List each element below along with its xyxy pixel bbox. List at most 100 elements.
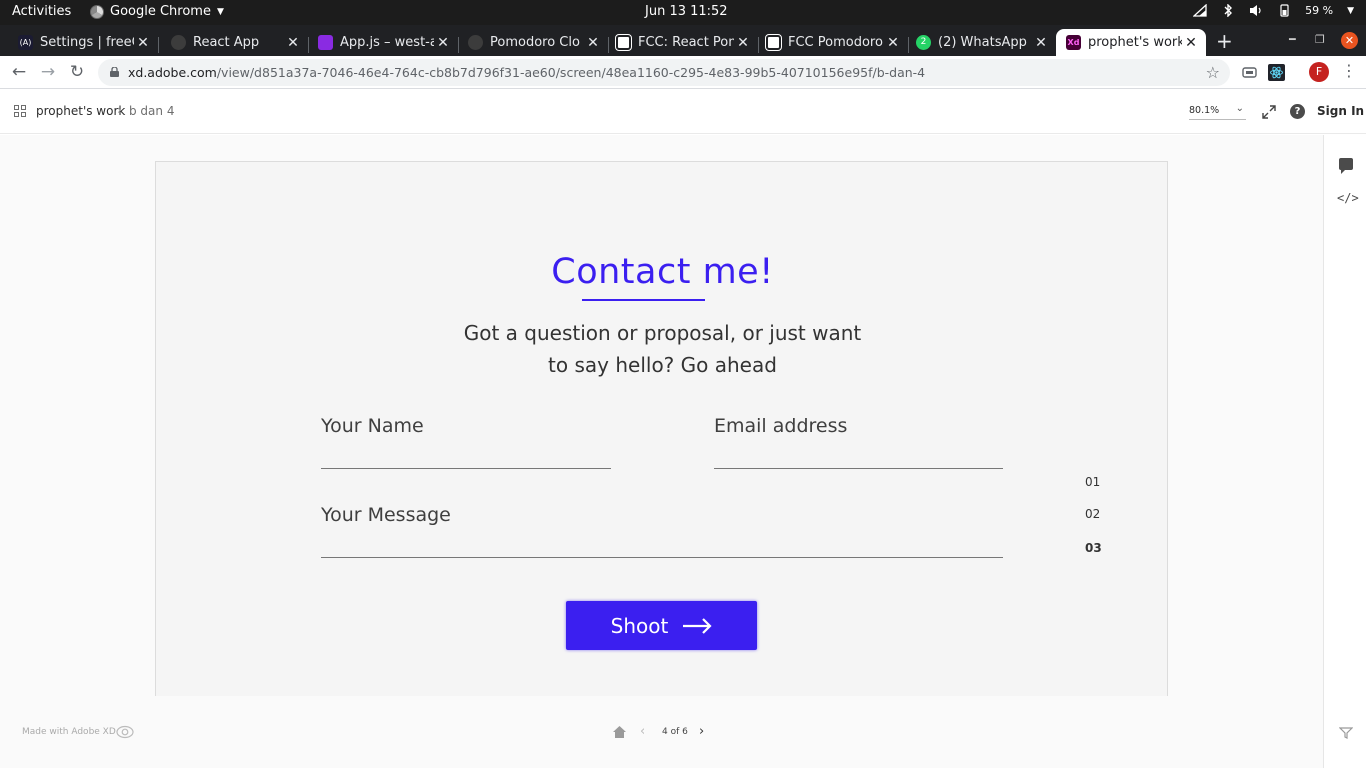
zoom-select[interactable]: 80.1% ⌄: [1189, 102, 1246, 120]
contact-heading: Contact me!: [551, 252, 774, 292]
grid-view-icon[interactable]: [14, 105, 26, 117]
tab-label: Pomodoro Clo: [490, 35, 580, 50]
close-tab-icon[interactable]: ✕: [434, 35, 452, 51]
activities-button[interactable]: Activities: [12, 4, 71, 19]
heading-underline: [582, 299, 705, 301]
codepen-icon: [765, 34, 782, 51]
bookmark-star-icon[interactable]: ☆: [1206, 63, 1220, 82]
close-tab-icon[interactable]: ✕: [734, 35, 752, 51]
tab-strip: (A) Settings | freeC ✕ React App ✕ App.j…: [0, 25, 1366, 56]
shoot-button[interactable]: Shoot: [566, 601, 757, 650]
close-tab-icon[interactable]: ✕: [584, 35, 602, 51]
tab-app-js[interactable]: App.js – west-a ✕: [308, 29, 458, 56]
page-number-03[interactable]: 03: [1085, 541, 1102, 555]
react-devtools-icon[interactable]: [1268, 64, 1285, 81]
contact-subtitle: Got a question or proposal, or just want…: [406, 317, 919, 381]
message-field-underline: [321, 557, 1003, 558]
battery-percentage: 59 %: [1305, 4, 1334, 17]
made-with-adobe-xd[interactable]: Made with Adobe XD: [22, 727, 116, 737]
stackblitz-icon: [318, 35, 333, 50]
chevron-down-icon: ⌄: [1235, 103, 1244, 114]
tab-label: FCC Pomodoro: [788, 35, 883, 50]
page-number-02[interactable]: 02: [1085, 507, 1100, 521]
tab-react-app[interactable]: React App ✕: [158, 29, 308, 56]
creative-cloud-icon: [116, 725, 134, 739]
subtitle-line-2: to say hello? Go ahead: [548, 353, 777, 377]
zoom-value: 80.1%: [1189, 105, 1220, 116]
tab-label: (2) WhatsApp: [938, 35, 1027, 50]
code-icon[interactable]: </>: [1337, 191, 1359, 205]
tab-label: Settings | freeC: [40, 35, 134, 50]
arrow-right-icon: [683, 617, 712, 634]
back-button[interactable]: ←: [9, 62, 29, 82]
restore-icon[interactable]: ❐: [1315, 33, 1325, 46]
power-menu-caret-icon: ▼: [1347, 5, 1354, 16]
address-bar[interactable]: xd.adobe.com/view/d851a37a-7046-46e4-764…: [98, 59, 1230, 86]
new-tab-button[interactable]: +: [1216, 29, 1233, 53]
system-top-bar: Activities Google Chrome ▼ Jun 13 11:52 …: [0, 0, 1366, 25]
close-tab-icon[interactable]: ✕: [1032, 35, 1050, 51]
chevron-right-icon: ›: [117, 103, 122, 117]
tab-label: App.js – west-a: [340, 35, 434, 50]
home-icon[interactable]: [612, 725, 627, 739]
filter-icon[interactable]: [1339, 727, 1353, 739]
whatsapp-icon: 2: [916, 35, 931, 50]
email-field-underline: [714, 468, 1003, 469]
chrome-menu-icon[interactable]: ⋮: [1341, 61, 1357, 80]
tab-prophets-work[interactable]: Xd prophet's work ✕: [1056, 29, 1206, 56]
tab-settings[interactable]: (A) Settings | freeC ✕: [0, 29, 158, 56]
app-menu-label: Google Chrome: [110, 4, 211, 19]
breadcrumb-screen: b dan 4: [129, 104, 175, 118]
app-menu[interactable]: Google Chrome ▼: [90, 4, 224, 19]
previous-screen-icon[interactable]: ‹: [640, 724, 645, 739]
email-field[interactable]: Email address: [714, 415, 847, 437]
codepen-icon: [615, 34, 632, 51]
adobe-xd-icon: Xd: [1066, 35, 1081, 50]
name-field-underline: [321, 468, 611, 469]
artboard-contact: Contact me! Got a question or proposal, …: [155, 161, 1168, 696]
forward-button[interactable]: →: [38, 62, 58, 82]
profile-avatar[interactable]: F: [1309, 62, 1329, 82]
message-field[interactable]: Your Message: [321, 504, 451, 526]
close-tab-icon[interactable]: ✕: [134, 35, 152, 51]
caret-down-icon: ▼: [216, 6, 224, 17]
extension-icon[interactable]: [1241, 64, 1258, 81]
screen-pager: 4 of 6: [662, 727, 688, 737]
browser-toolbar: ← → ↻ xd.adobe.com/view/d851a37a-7046-46…: [0, 56, 1366, 89]
tab-whatsapp[interactable]: 2 (2) WhatsApp ✕: [908, 29, 1056, 56]
system-tray[interactable]: 59 % ▼: [1193, 4, 1354, 17]
url-text: xd.adobe.com/view/d851a37a-7046-46e4-764…: [128, 65, 925, 80]
name-field[interactable]: Your Name: [321, 415, 424, 437]
url-host: xd.adobe.com: [128, 65, 217, 80]
reload-button[interactable]: ↻: [67, 62, 87, 82]
close-tab-icon[interactable]: ✕: [884, 35, 902, 51]
volume-icon: [1250, 5, 1261, 16]
close-tab-icon[interactable]: ✕: [284, 35, 302, 51]
close-tab-icon[interactable]: ✕: [1182, 35, 1200, 51]
window-close-button[interactable]: ✕: [1341, 32, 1358, 49]
bluetooth-icon: [1224, 4, 1233, 17]
chrome-icon: [90, 4, 104, 19]
tab-label: FCC: React Pon: [638, 35, 734, 50]
fullscreen-icon[interactable]: [1262, 105, 1276, 119]
tab-fcc-pomodoro[interactable]: FCC Pomodoro ✕: [758, 29, 908, 56]
tab-label: React App: [193, 35, 260, 50]
globe-icon: [171, 35, 186, 50]
clock[interactable]: Jun 13 11:52: [645, 4, 728, 19]
network-icon: [1193, 4, 1207, 17]
help-icon[interactable]: ?: [1290, 104, 1305, 119]
sign-in-link[interactable]: Sign In: [1317, 104, 1364, 118]
shoot-button-label: Shoot: [610, 613, 669, 638]
tab-pomodoro-clock[interactable]: Pomodoro Clo ✕: [458, 29, 608, 56]
url-path: /view/d851a37a-7046-46e4-764c-cb8b7d796f…: [216, 65, 926, 80]
battery-icon: [1280, 4, 1289, 17]
breadcrumb-project[interactable]: prophet's work: [36, 104, 125, 118]
right-rail: </>: [1323, 135, 1366, 768]
next-screen-icon[interactable]: ›: [699, 724, 704, 739]
comment-icon[interactable]: [1339, 158, 1353, 174]
xd-viewer-header: prophet's work › b dan 4 80.1% ⌄ ? Sign …: [0, 90, 1366, 134]
page-number-01[interactable]: 01: [1085, 475, 1100, 489]
minimize-icon[interactable]: ━: [1289, 33, 1296, 46]
tab-fcc-react-pomodoro[interactable]: FCC: React Pon ✕: [608, 29, 758, 56]
subtitle-line-1: Got a question or proposal, or just want: [463, 321, 862, 345]
